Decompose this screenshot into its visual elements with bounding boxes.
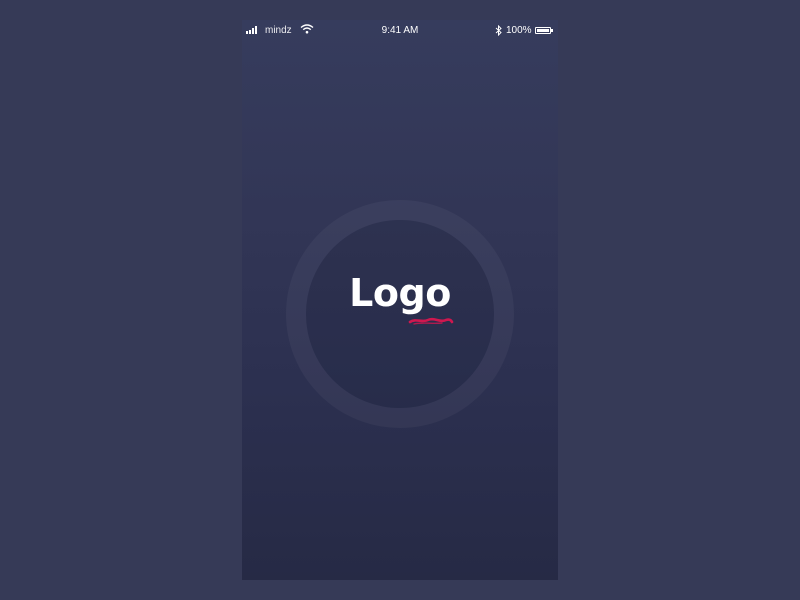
battery-tip xyxy=(551,29,553,32)
battery-fill xyxy=(537,29,549,32)
battery-percentage: 100% xyxy=(506,25,532,36)
battery-icon xyxy=(535,27,553,34)
logo-swoosh-mark xyxy=(408,317,454,325)
phone-screen: mindz 9:41 AM 100% Logo xyxy=(242,20,558,580)
app-canvas: mindz 9:41 AM 100% Logo xyxy=(0,0,800,600)
logo-text: Logo xyxy=(349,271,451,315)
status-bar: mindz 9:41 AM 100% xyxy=(242,20,558,42)
bluetooth-icon xyxy=(495,25,502,36)
